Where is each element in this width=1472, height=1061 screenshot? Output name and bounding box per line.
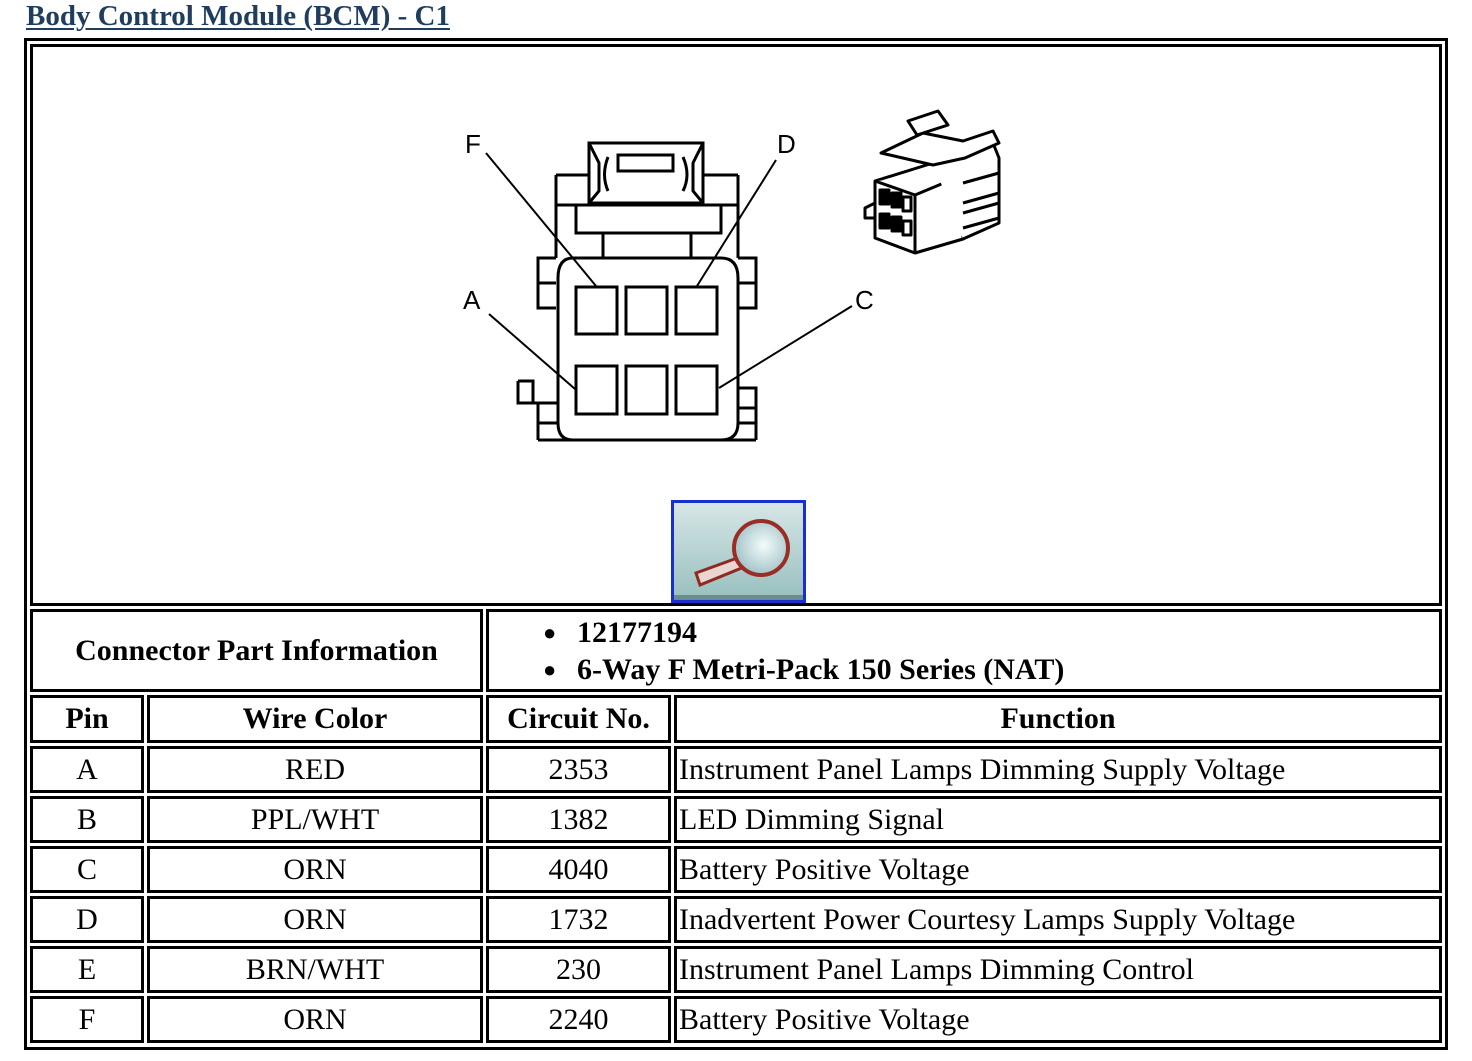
function-cell: Battery Positive Voltage [674,846,1442,893]
header-circuit-no: Circuit No. [486,695,671,743]
page-title[interactable]: Body Control Module (BCM) - C1 [26,0,450,33]
function-cell: Instrument Panel Lamps Dimming Supply Vo… [674,746,1442,793]
circuit-number-cell: 2353 [486,746,671,793]
wire-color-cell: ORN [147,896,483,943]
connector-isometric-icon [863,109,1001,255]
pin-label-f: F [465,129,481,159]
connector-part-list: ● 12177194 ● 6-Way F Metri-Pack 150 Series… [543,614,1064,688]
wire-color-cell: RED [147,746,483,793]
pin-cell: F [30,996,144,1043]
pin-cell: E [30,946,144,993]
bullet-icon: ● [543,619,557,645]
magnifier-icon [674,503,803,600]
pin-cell: D [30,896,144,943]
function-cell: LED Dimming Signal [674,796,1442,843]
wire-color-cell: PPL/WHT [147,796,483,843]
circuit-number-cell: 1382 [486,796,671,843]
pin-cell: C [30,846,144,893]
pin-label-d: D [777,129,796,159]
circuit-number-cell: 2240 [486,996,671,1043]
pin-cell: A [30,746,144,793]
circuit-number-cell: 230 [486,946,671,993]
header-function: Function [674,695,1442,743]
pin-cell: B [30,796,144,843]
part-number-item: ● 12177194 [543,615,697,649]
function-cell: Battery Positive Voltage [674,996,1442,1043]
connector-diagram-panel: F D A C [30,44,1442,606]
bullet-icon: ● [543,656,557,682]
connector-info-label-cell: Connector Part Information [30,609,483,692]
wire-color-cell: ORN [147,846,483,893]
header-wire-color: Wire Color [147,695,483,743]
function-cell: Inadvertent Power Courtesy Lamps Supply … [674,896,1442,943]
part-description-item: ● 6-Way F Metri-Pack 150 Series (NAT) [543,652,1065,686]
pin-label-c: C [855,285,874,315]
function-cell: Instrument Panel Lamps Dimming Control [674,946,1442,993]
connector-info-value-cell: ● 12177194 ● 6-Way F Metri-Pack 150 Series… [486,609,1442,692]
wire-color-cell: ORN [147,996,483,1043]
connector-info-label: Connector Part Information [75,633,438,667]
wire-color-cell: BRN/WHT [147,946,483,993]
zoom-button[interactable] [671,500,806,603]
header-pin: Pin [30,695,144,743]
pin-label-a: A [463,285,481,315]
circuit-number-cell: 4040 [486,846,671,893]
circuit-number-cell: 1732 [486,896,671,943]
